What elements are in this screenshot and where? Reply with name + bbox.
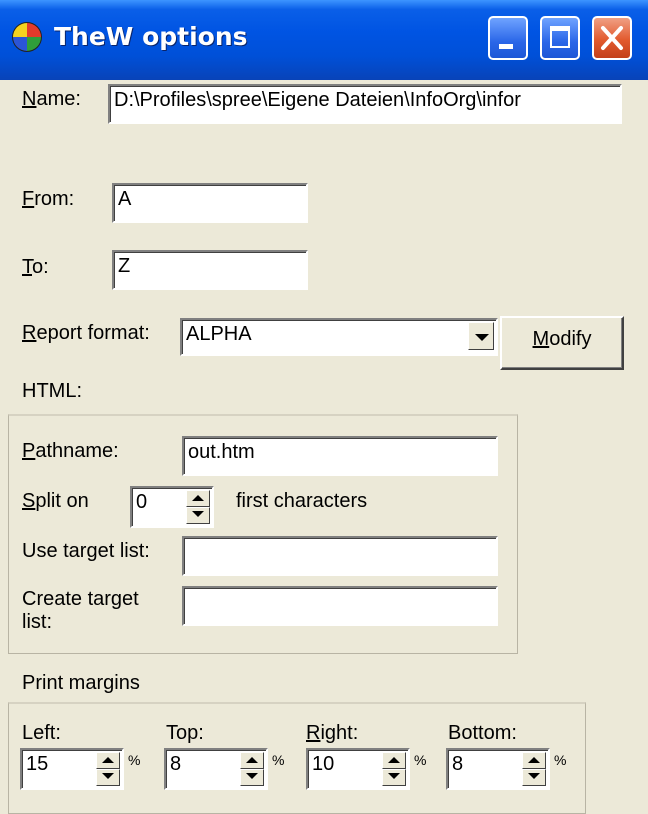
options-window: TheW options Name: D:\Profiles\spree\Eig… [0, 0, 648, 814]
split-on-label: Split on [22, 490, 89, 512]
spin-up-icon[interactable] [96, 752, 120, 769]
top-percent-label: % [272, 752, 285, 768]
close-button[interactable] [592, 16, 632, 60]
use-target-list-label: Use target list: [22, 540, 150, 562]
split-suffix-label: first characters [236, 490, 368, 512]
to-field[interactable]: Z [112, 250, 308, 290]
left-margin-spinner[interactable]: 15 [20, 748, 124, 790]
split-spin-buttons[interactable] [186, 490, 210, 524]
spin-down-icon[interactable] [522, 769, 546, 786]
print-margins-label: Print margins [22, 672, 140, 694]
left-percent-label: % [128, 752, 141, 768]
spin-down-icon[interactable] [96, 769, 120, 786]
create-target-list-field[interactable] [182, 586, 498, 626]
maximize-icon [550, 26, 570, 48]
bottom-margin-label: Bottom: [448, 722, 517, 744]
use-target-list-field[interactable] [182, 536, 498, 576]
title-bar[interactable]: TheW options [0, 0, 648, 80]
left-spin-buttons[interactable] [96, 752, 120, 786]
name-field[interactable]: D:\Profiles\spree\Eigene Dateien\InfoOrg… [108, 84, 622, 124]
right-spin-buttons[interactable] [382, 752, 406, 786]
chevron-down-icon [475, 334, 489, 341]
window-title: TheW options [54, 22, 248, 51]
from-field[interactable]: A [112, 183, 308, 223]
pathname-label: Pathname: [22, 440, 119, 462]
right-margin-label: Right: [306, 722, 359, 744]
report-format-label: Report format: [22, 322, 150, 344]
spin-down-icon[interactable] [186, 507, 210, 524]
bottom-margin-spinner[interactable]: 8 [446, 748, 550, 790]
spin-up-icon[interactable] [382, 752, 406, 769]
top-spin-buttons[interactable] [240, 752, 264, 786]
spin-down-icon[interactable] [240, 769, 264, 786]
from-label: From: [22, 188, 75, 210]
name-label: Name: [22, 88, 81, 110]
spin-up-icon[interactable] [186, 490, 210, 507]
pathname-field[interactable]: out.htm [182, 436, 498, 476]
top-margin-label: Top: [166, 722, 204, 744]
minimize-button[interactable] [488, 16, 528, 60]
spin-up-icon[interactable] [240, 752, 264, 769]
to-label: To: [22, 256, 49, 278]
split-on-spinner[interactable]: 0 [130, 486, 214, 528]
create-target-list-label: Create target list: [22, 588, 139, 633]
spin-down-icon[interactable] [382, 769, 406, 786]
right-margin-spinner[interactable]: 10 [306, 748, 410, 790]
bottom-percent-label: % [554, 752, 567, 768]
report-format-select[interactable]: ALPHA [180, 318, 498, 356]
html-section-label: HTML: [22, 380, 82, 402]
dropdown-button[interactable] [468, 322, 494, 350]
bottom-spin-buttons[interactable] [522, 752, 546, 786]
spin-up-icon[interactable] [522, 752, 546, 769]
minimize-icon [499, 44, 513, 49]
maximize-button[interactable] [540, 16, 580, 60]
left-margin-label: Left: [22, 722, 61, 744]
right-percent-label: % [414, 752, 427, 768]
modify-button[interactable]: Modify [500, 316, 624, 370]
color-wheel-icon [12, 22, 42, 52]
top-margin-spinner[interactable]: 8 [164, 748, 268, 790]
close-icon [601, 26, 623, 50]
